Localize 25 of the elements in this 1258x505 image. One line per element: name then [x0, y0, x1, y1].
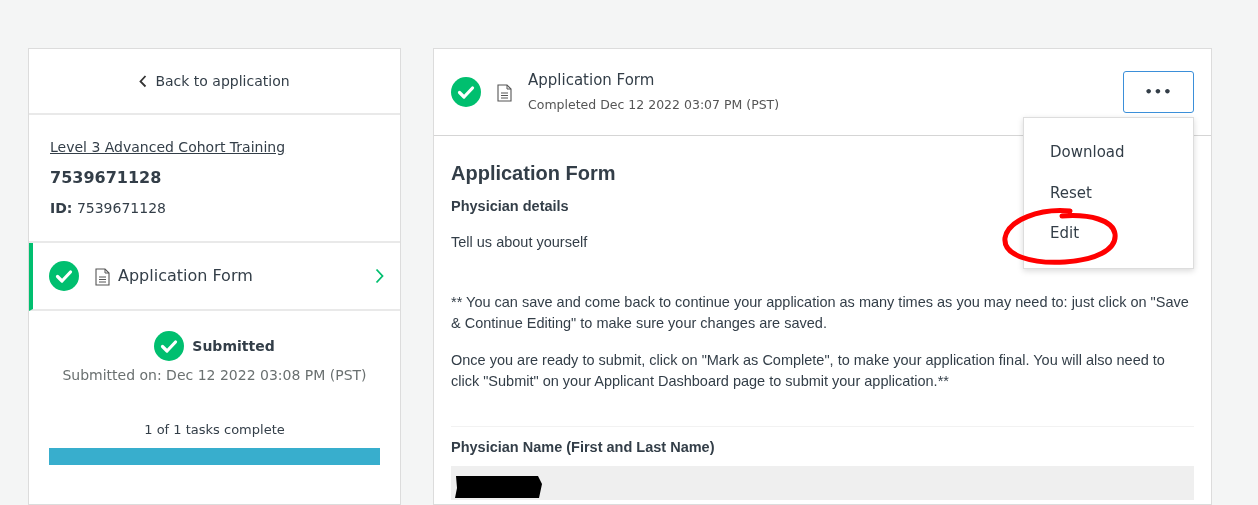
- more-button[interactable]: •••: [1123, 71, 1194, 113]
- progress-label: 1 of 1 tasks complete: [143, 421, 286, 439]
- completed-date: Completed Dec 12 2022 03:07 PM (PST): [528, 95, 781, 114]
- instruction-paragraph: Once you are ready to submit, click on "Mark as Complete", to make your application final. You will also need to click "Submit" on your Applicant Dashboard page to submit your application.**: [451, 350, 1166, 391]
- input-field[interactable]: [451, 466, 1194, 501]
- instruction-paragraph: ** You can save and come back to continue your application as many times as you may need to: just click on "Save & Continue Editing" to make sure your changes are saved.: [451, 292, 1190, 333]
- status-label: Submitted: [192, 336, 275, 356]
- section-title: Physician details: [451, 197, 570, 216]
- document-icon: [95, 267, 110, 286]
- menu-item[interactable]: Reset: [1024, 172, 1118, 213]
- chevron-right-icon: [375, 268, 384, 284]
- applicant-name: 7539671128: [50, 167, 163, 189]
- intro-text: Tell us about yourself: [451, 232, 588, 252]
- program-link[interactable]: Level 3 Advanced Cohort Training: [50, 137, 286, 158]
- menu-item[interactable]: Edit: [1024, 213, 1106, 254]
- task-item[interactable]: Application Form: [29, 243, 400, 311]
- menu-item[interactable]: Download: [1024, 132, 1151, 173]
- form-title: Application Form: [528, 70, 656, 92]
- document-icon: [497, 83, 512, 102]
- submitted-date: Submitted on: Dec 12 2022 03:08 PM (PST): [61, 366, 368, 385]
- form-heading: Application Form: [451, 161, 617, 186]
- chevron-left-icon: [139, 74, 148, 88]
- back-link[interactable]: Back to application: [139, 70, 290, 92]
- applicant-id: ID: 7539671128: [50, 199, 167, 218]
- field-label: Physician Name (First and Last Name): [451, 437, 716, 457]
